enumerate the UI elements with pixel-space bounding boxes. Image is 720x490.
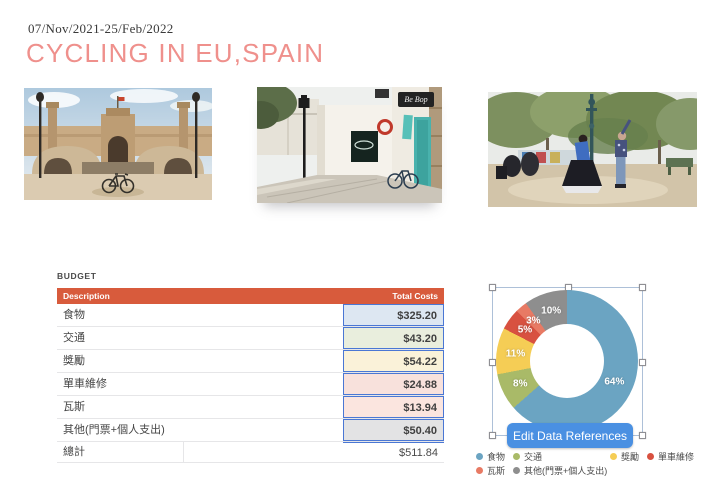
row-label[interactable]: 單車維修 [57,378,107,390]
table-row[interactable]: 獎勵 $54.22 [57,350,444,373]
legend-swatch-icon [476,467,483,474]
legend-swatch-icon [610,453,617,460]
resize-handle[interactable] [639,432,646,439]
slice-percent-label: 11% [506,348,525,359]
slice-percent-label: 3% [526,316,540,327]
legend-label: 獎勵 [621,450,639,463]
legend-item: 獎勵 [610,450,639,463]
table-row[interactable]: 其他(門票+個人支出) $50.40 [57,419,444,442]
table-row[interactable]: 單車維修 $24.88 [57,373,444,396]
budget-table[interactable]: Description Total Costs 食物 $325.20 交通 $4… [57,288,444,463]
row-label[interactable]: 獎勵 [57,355,85,367]
legend-row: 瓦斯 其他(門票+個人支出) [476,463,714,477]
budget-section-label: BUDGET [57,271,97,281]
budget-donut-chart[interactable]: 64%8%11%5%3%10% [496,290,638,432]
photo-plaza-de-espana[interactable] [24,88,212,200]
table-total-row[interactable]: 總計 $511.84 [57,442,444,463]
legend-swatch-icon [513,467,520,474]
photo-plaza-illustration [24,88,212,200]
slide-title[interactable]: CYCLING IN EU,SPAIN [26,38,324,69]
row-value-cell[interactable]: $50.40 [343,419,444,441]
legend-item: 交通 [513,450,542,463]
photo-white-street[interactable]: Be Bop [257,87,442,203]
resize-handle[interactable] [489,359,496,366]
row-label[interactable]: 交通 [57,332,85,344]
resize-handle[interactable] [489,284,496,291]
shop-sign-text: Be Bop [404,95,427,104]
total-row-value-cell[interactable]: $511.84 [343,442,444,462]
legend-item: 瓦斯 [476,464,505,477]
edit-data-references-button[interactable]: Edit Data References [507,423,633,448]
photo-park-illustration [488,92,697,207]
legend-swatch-icon [476,453,483,460]
row-label[interactable]: 食物 [57,309,85,321]
legend-label: 食物 [487,450,505,463]
legend-label: 交通 [524,450,542,463]
cell-divider [183,442,184,462]
donut-hole [530,324,604,398]
column-header-description[interactable]: Description [57,291,110,301]
table-header-row: Description Total Costs [57,288,444,304]
legend-swatch-icon [647,453,654,460]
legend-row: 食物 交通 獎勵 單車維修 [476,449,714,463]
legend-label: 單車維修 [658,450,694,463]
legend-swatch-icon [513,453,520,460]
table-row[interactable]: 瓦斯 $13.94 [57,396,444,419]
table-row[interactable]: 交通 $43.20 [57,327,444,350]
row-value-cell[interactable]: $325.20 [343,304,444,326]
row-value-cell[interactable]: $54.22 [343,350,444,372]
row-value-cell[interactable]: $43.20 [343,327,444,349]
row-label[interactable]: 瓦斯 [57,401,85,413]
chart-legend: 食物 交通 獎勵 單車維修 瓦斯 其他(門票+個人支出) [476,449,714,477]
slice-percent-label: 8% [513,378,527,389]
legend-item: 其他(門票+個人支出) [513,464,607,477]
resize-handle[interactable] [489,432,496,439]
date-range-text[interactable]: 07/Nov/2021-25/Feb/2022 [28,21,174,37]
legend-label: 瓦斯 [487,464,505,477]
slice-percent-label: 64% [604,377,624,388]
column-header-total-costs[interactable]: Total Costs [392,288,438,304]
row-label[interactable]: 其他(門票+個人支出) [57,424,165,436]
table-row[interactable]: 食物 $325.20 [57,304,444,327]
resize-handle[interactable] [639,359,646,366]
slice-percent-label: 10% [541,306,561,317]
legend-item: 單車維修 [647,450,694,463]
legend-item: 食物 [476,450,505,463]
row-value-cell[interactable]: $24.88 [343,373,444,395]
photo-street-illustration: Be Bop [257,87,442,203]
resize-handle[interactable] [639,284,646,291]
row-value-cell[interactable]: $13.94 [343,396,444,418]
legend-label: 其他(門票+個人支出) [524,464,607,477]
total-row-label[interactable]: 總計 [57,446,85,458]
photo-park-dancers[interactable] [488,92,697,207]
